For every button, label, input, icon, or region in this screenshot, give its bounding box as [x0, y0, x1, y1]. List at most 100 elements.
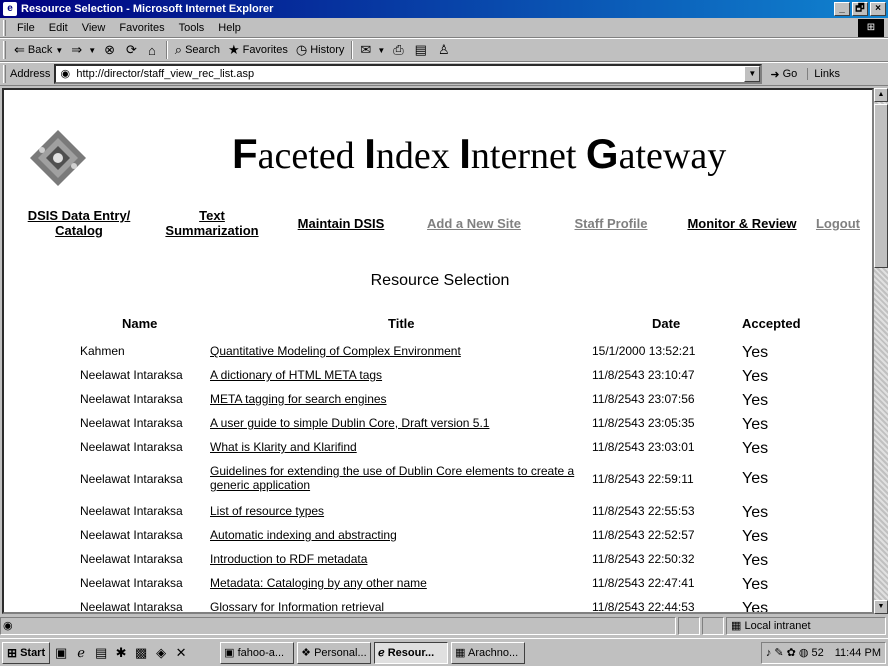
row-title-link[interactable]: META tagging for search engines: [210, 392, 594, 406]
restore-button[interactable]: 🗗: [852, 2, 868, 16]
row-date: 11/8/2543 22:44:53: [592, 600, 695, 614]
address-input[interactable]: ◉ http://director/staff_view_rec_list.as…: [54, 64, 763, 84]
row-title-link[interactable]: Introduction to RDF metadata: [210, 552, 594, 566]
stop-button[interactable]: ⊗: [100, 39, 122, 61]
menu-help[interactable]: Help: [211, 22, 248, 34]
nav-text-summarization[interactable]: Text Summarization: [154, 208, 270, 238]
row-date: 11/8/2543 22:55:53: [592, 504, 695, 518]
address-grip[interactable]: [3, 65, 6, 83]
row-accepted: Yes: [742, 470, 769, 487]
window-title: Resource Selection - Microsoft Internet …: [21, 3, 274, 15]
chevron-down-icon: ▼: [377, 45, 386, 55]
tray-icon[interactable]: ✎: [774, 646, 783, 659]
scroll-thumb[interactable]: [874, 104, 888, 268]
quicklaunch-explorer-icon[interactable]: ▤: [92, 643, 110, 663]
print-icon: ⎙: [393, 42, 404, 57]
row-title-link[interactable]: What is Klarity and Klarifind: [210, 440, 594, 454]
history-button[interactable]: ◷ History: [292, 39, 349, 61]
row-title-link[interactable]: Quantitative Modeling of Complex Environ…: [210, 344, 594, 358]
address-url[interactable]: http://director/staff_view_rec_list.asp: [76, 68, 744, 80]
close-button[interactable]: ×: [870, 2, 886, 16]
row-date: 11/8/2543 23:07:56: [592, 392, 695, 406]
vertical-scrollbar[interactable]: ▲ ▼: [874, 88, 888, 614]
discuss-button[interactable]: ♙: [434, 39, 457, 61]
column-header-accepted: Accepted: [742, 316, 801, 331]
menu-view[interactable]: View: [75, 22, 113, 34]
print-button[interactable]: ⎙: [389, 39, 410, 61]
links-button[interactable]: Links: [807, 68, 840, 80]
row-title-link[interactable]: Glossary for Information retrieval: [210, 600, 594, 612]
home-button[interactable]: ⌂: [144, 39, 163, 61]
row-title-link[interactable]: List of resource types: [210, 504, 594, 518]
row-date: 11/8/2543 22:59:11: [592, 472, 694, 486]
title-bar[interactable]: e Resource Selection - Microsoft Interne…: [0, 0, 888, 18]
row-name: Neelawat Intaraksa: [80, 416, 183, 430]
clock[interactable]: 11:44 PM: [835, 647, 881, 659]
ie-icon: e: [3, 2, 17, 16]
row-title-link[interactable]: Automatic indexing and abstracting: [210, 528, 594, 542]
tray-icon[interactable]: ◍: [799, 646, 809, 659]
search-button[interactable]: ⌕ Search: [171, 39, 224, 61]
row-date: 11/8/2543 22:47:41: [592, 576, 695, 590]
row-accepted: Yes: [742, 440, 769, 457]
tray-counter[interactable]: 52: [811, 647, 823, 659]
mail-button[interactable]: ✉ ▼: [356, 39, 389, 61]
refresh-button[interactable]: ⟳: [122, 39, 144, 61]
windows-flag-icon: ⊞: [7, 645, 18, 660]
nav-maintain-dsis[interactable]: Maintain DSIS: [286, 216, 396, 231]
edit-page-icon: ▤: [414, 42, 427, 57]
go-button[interactable]: ➜ Go: [770, 68, 797, 81]
menu-tools[interactable]: Tools: [172, 22, 212, 34]
quicklaunch-app-icon[interactable]: ◈: [152, 643, 170, 663]
row-name: Neelawat Intaraksa: [80, 504, 183, 518]
address-dropdown-button[interactable]: ▼: [744, 66, 761, 82]
task-button-active[interactable]: ℯ Resour...: [374, 641, 449, 664]
toolbar-separator: [165, 41, 168, 59]
scroll-down-button[interactable]: ▼: [874, 600, 888, 614]
minimize-button[interactable]: _: [834, 2, 850, 16]
back-button[interactable]: ⇐ Back ▼: [10, 39, 67, 61]
volume-icon[interactable]: ♪: [766, 647, 772, 659]
task-button[interactable]: ▦ Arachno...: [451, 641, 526, 664]
row-title-link[interactable]: A user guide to simple Dublin Core, Draf…: [210, 416, 594, 430]
nav-add-new-site[interactable]: Add a New Site: [414, 216, 534, 231]
nav-monitor-review[interactable]: Monitor & Review: [676, 216, 808, 231]
menu-grip[interactable]: [3, 19, 6, 36]
quicklaunch-app-icon[interactable]: ✕: [172, 643, 190, 663]
nav-logout[interactable]: Logout: [810, 216, 866, 231]
search-icon: ⌕: [174, 42, 183, 57]
forward-button[interactable]: ⇒ ▼: [67, 39, 100, 61]
row-name: Neelawat Intaraksa: [80, 576, 183, 590]
row-title-link[interactable]: Guidelines for extending the use of Dubl…: [210, 464, 594, 492]
favorites-button[interactable]: ★ Favorites: [224, 39, 292, 61]
row-accepted: Yes: [742, 528, 769, 545]
history-label: History: [310, 44, 345, 56]
toolbar-grip[interactable]: [3, 41, 6, 59]
row-title-link[interactable]: Metadata: Cataloging by any other name: [210, 576, 594, 590]
menu-favorites[interactable]: Favorites: [112, 22, 171, 34]
quicklaunch-ie-icon[interactable]: ℯ: [72, 643, 90, 663]
row-accepted: Yes: [742, 344, 769, 361]
quicklaunch-desktop-icon[interactable]: ▣: [52, 643, 70, 663]
menu-edit[interactable]: Edit: [42, 22, 75, 34]
menu-file[interactable]: File: [10, 22, 42, 34]
taskbar: ⊞ Start ▣ ℯ ▤ ✱ ▩ ◈ ✕ ▣ fahoo-a... ❖ Per…: [0, 638, 888, 666]
quicklaunch-app-icon[interactable]: ▩: [132, 643, 150, 663]
favorites-icon: ★: [227, 42, 240, 57]
edit-button[interactable]: ▤: [411, 39, 434, 61]
nav-dsis-data-entry[interactable]: DSIS Data Entry/ Catalog: [24, 208, 134, 238]
task-button[interactable]: ❖ Personal...: [297, 641, 372, 664]
row-name: Neelawat Intaraksa: [80, 472, 183, 486]
ie-window: e Resource Selection - Microsoft Interne…: [0, 0, 888, 666]
row-title-link[interactable]: A dictionary of HTML META tags: [210, 368, 594, 382]
start-button[interactable]: ⊞ Start: [2, 641, 51, 664]
windows-logo-icon: ⊞: [858, 19, 884, 37]
mail-icon: ✉: [360, 42, 372, 57]
nav-staff-profile[interactable]: Staff Profile: [564, 216, 658, 231]
tray-icon[interactable]: ✿: [787, 646, 796, 659]
scroll-up-button[interactable]: ▲: [874, 88, 888, 102]
intranet-icon: ▦: [731, 620, 742, 632]
task-button[interactable]: ▣ fahoo-a...: [220, 641, 295, 664]
quicklaunch-app-icon[interactable]: ✱: [112, 643, 130, 663]
back-label: Back: [27, 44, 53, 56]
